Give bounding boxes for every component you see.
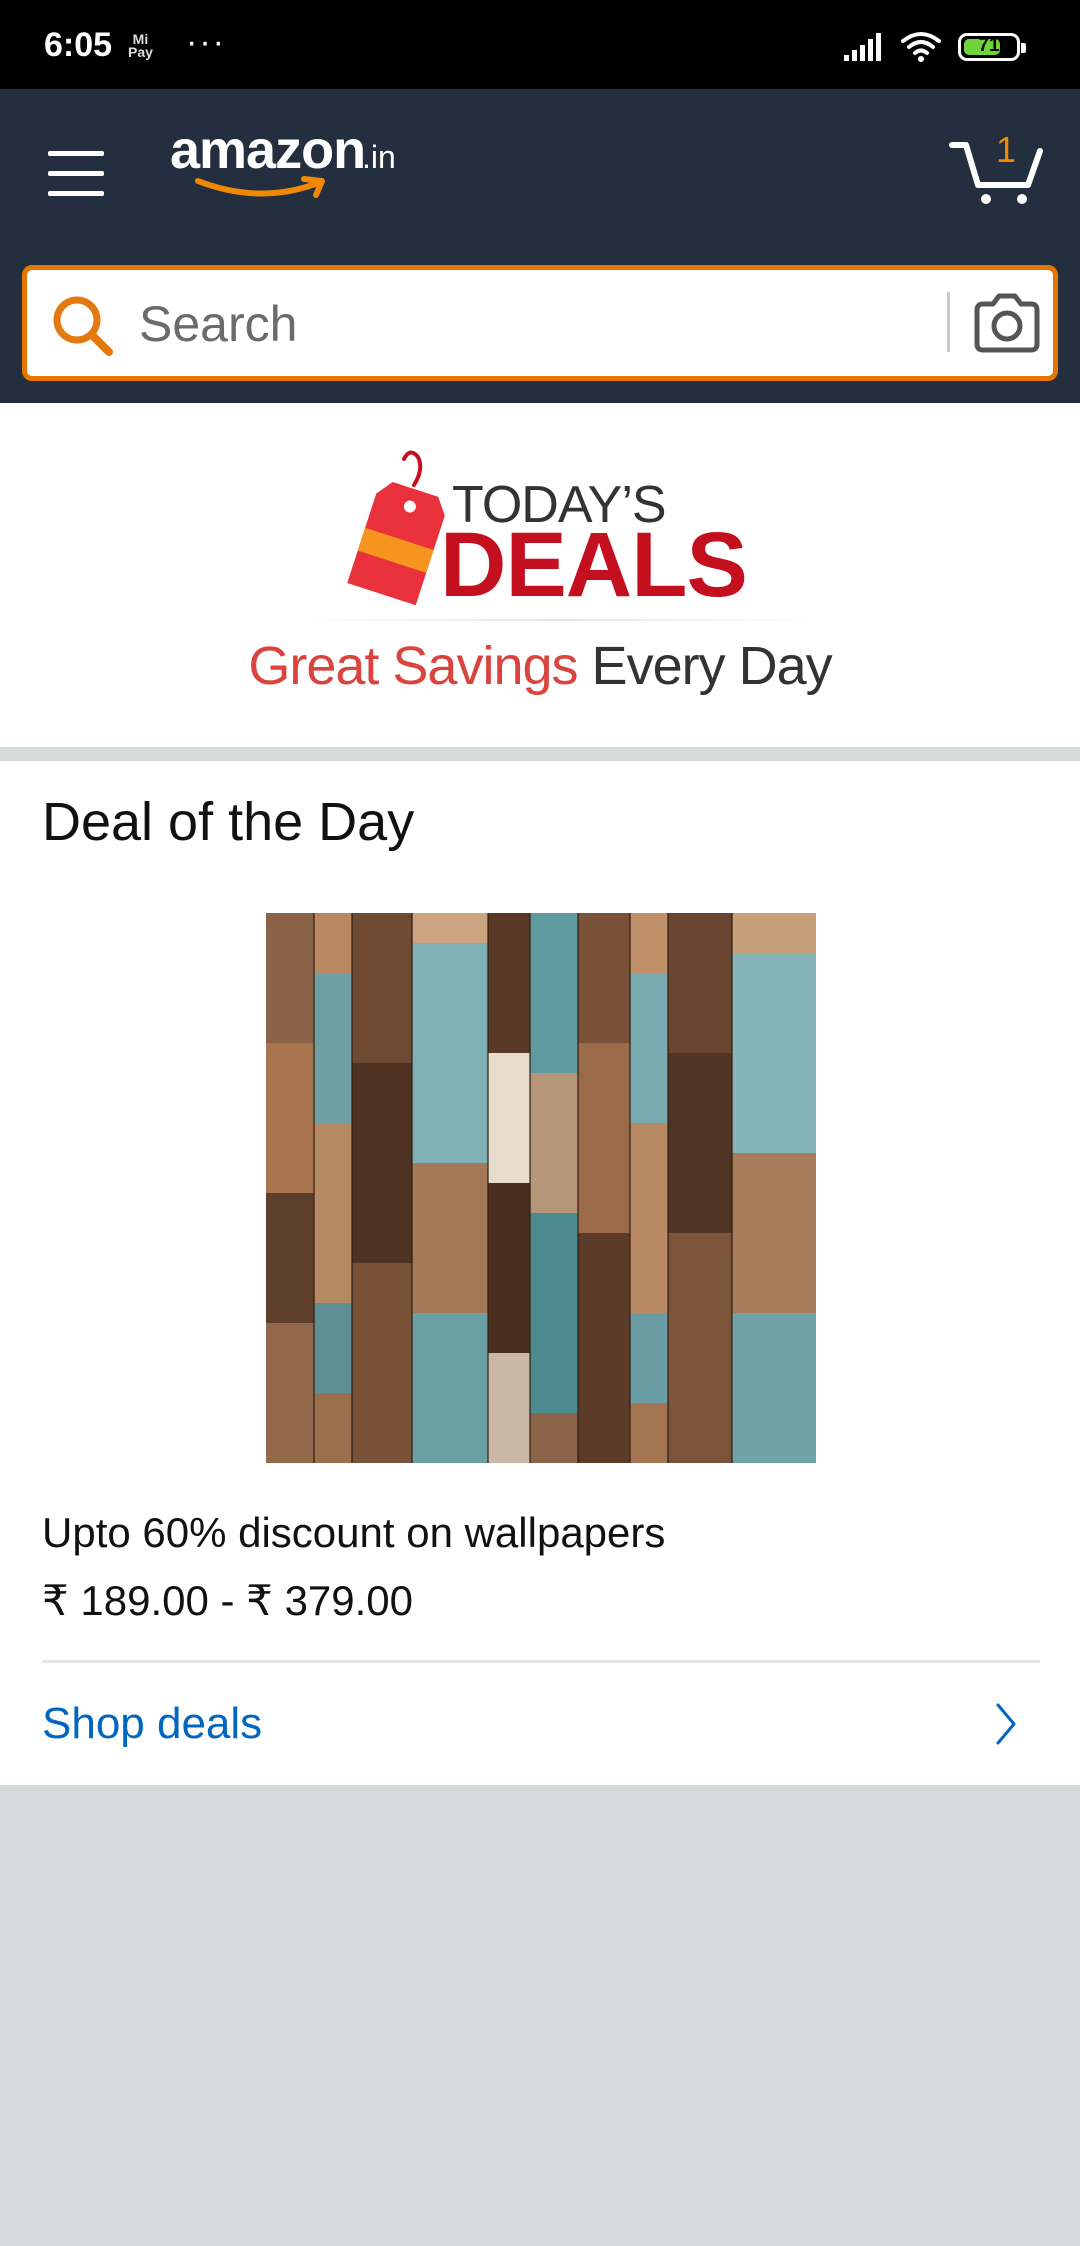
amazon-logo[interactable]: amazon .in [170,117,410,198]
product-image[interactable] [266,913,816,1463]
search-input[interactable] [139,292,939,356]
search-bar[interactable] [22,265,1058,381]
cart-count: 1 [996,129,1017,170]
cart-button[interactable]: 1 [948,129,1048,209]
app-header: amazon .in 1 [0,89,1080,403]
card-divider [42,1660,1040,1663]
deals-text: DEALS [440,514,748,616]
battery-level-text: 71 [978,35,1000,56]
battery-cap [1021,43,1026,53]
deal-of-the-day-card: Deal of the Day Upto 60% discount on wal… [0,761,1080,1785]
menu-button[interactable] [36,140,116,210]
status-time: 6:05 [44,26,113,64]
todays-deals-banner[interactable]: TODAY’S DEALS Great Savings Every Day [0,403,1080,747]
search-divider [947,292,950,352]
menu-icon-bar [48,171,104,176]
mi-pay-icon: Mi Pay [128,32,153,60]
card-title: Deal of the Day [42,792,415,852]
mi-pay-line2: Pay [128,44,153,60]
signal-icon [844,33,881,61]
camera-icon [974,293,1040,353]
todays-deals-logo: TODAY’S DEALS [340,447,760,616]
deal-price: ₹ 189.00 - ₹ 379.00 [42,1577,414,1624]
tagline-dark: Every Day [591,636,833,696]
status-icons: 71 [844,30,1026,64]
status-bar: 6:05 Mi Pay ··· 71 [0,0,1080,89]
wifi-icon [901,32,941,62]
menu-icon-bar [48,191,104,196]
menu-icon [48,151,104,156]
shop-deals-label: Shop deals [42,1699,263,1748]
banner-divider [310,619,810,621]
banner-tagline: Great Savings Every Day [0,635,1080,697]
chevron-right-icon [996,1703,1016,1745]
tagline-red: Great Savings [248,636,578,696]
shop-deals-link[interactable]: Shop deals [0,1665,1080,1785]
logo-tld: .in [362,139,396,175]
battery-icon: 71 [958,33,1026,61]
smile-arrow-icon [195,176,325,198]
more-notifications-icon: ··· [186,23,226,61]
deal-description[interactable]: Upto 60% discount on wallpapers [42,1509,665,1557]
logo-word: amazon [170,120,366,180]
search-icon [53,296,113,356]
camera-search-button[interactable] [971,288,1043,358]
